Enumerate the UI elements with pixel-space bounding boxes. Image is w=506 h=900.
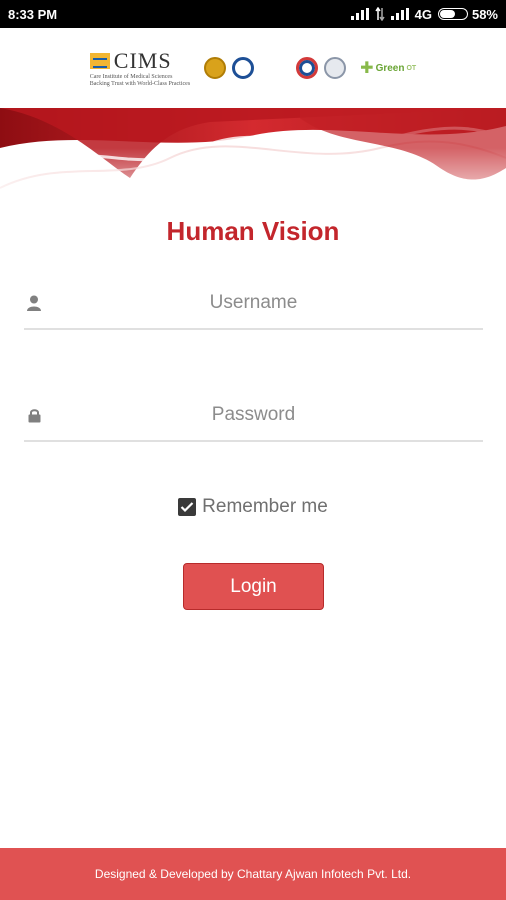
data-transfer-icon <box>375 7 385 21</box>
accreditation-seals <box>204 57 347 79</box>
signal-icon <box>350 8 369 20</box>
signal-icon-2 <box>390 8 409 20</box>
nabh-seal-icon <box>296 57 319 79</box>
app-title: Human Vision <box>166 216 340 246</box>
cims-motto: Backing Trust with World-Class Practices <box>89 81 191 87</box>
footer: Designed & Developed by Chattary Ajwan I… <box>0 848 506 900</box>
battery-indicator: 58% <box>437 6 498 22</box>
status-icons: 4G 58% <box>350 6 498 22</box>
green-logo-suffix: OT <box>406 64 417 72</box>
check-icon <box>180 502 194 513</box>
status-time: 8:33 PM <box>8 6 58 22</box>
acc-seal-icon <box>232 57 255 79</box>
cims-mark-icon <box>89 53 110 69</box>
user-icon <box>24 295 44 311</box>
header-banner-image <box>0 108 506 218</box>
battery-level-fill <box>439 10 456 18</box>
remember-me-label[interactable]: Remember me <box>202 496 328 518</box>
password-field <box>24 390 483 442</box>
network-type: 4G <box>414 6 432 22</box>
battery-icon <box>437 8 468 20</box>
green-ot-logo: ✚ Green OT <box>360 58 416 78</box>
cims-tagline: Care Institute of Medical Sciences <box>89 74 173 80</box>
username-input[interactable] <box>44 292 483 314</box>
jci-seal-icon <box>324 57 347 79</box>
footer-credit: Designed & Developed by Chattary Ajwan I… <box>94 867 412 881</box>
gold-seal-icon <box>204 57 227 79</box>
password-input[interactable] <box>44 404 483 426</box>
remember-me-row: Remember me <box>0 496 506 518</box>
cims-name: CIMS <box>113 48 172 73</box>
lock-icon <box>24 408 44 423</box>
cims-logo: CIMS Care Institute of Medical Sciences … <box>89 48 191 88</box>
accreditation-logos: CIMS Care Institute of Medical Sciences … <box>0 28 506 108</box>
status-bar: 8:33 PM 4G 58% <box>0 0 506 28</box>
green-plus-icon: ✚ <box>360 60 374 77</box>
login-button[interactable]: Login <box>183 563 324 610</box>
battery-percent: 58% <box>471 6 498 22</box>
green-logo-text: Green <box>375 62 405 74</box>
username-field <box>24 278 483 330</box>
red-wave-graphic <box>0 108 506 218</box>
remember-me-checkbox[interactable] <box>178 498 197 516</box>
